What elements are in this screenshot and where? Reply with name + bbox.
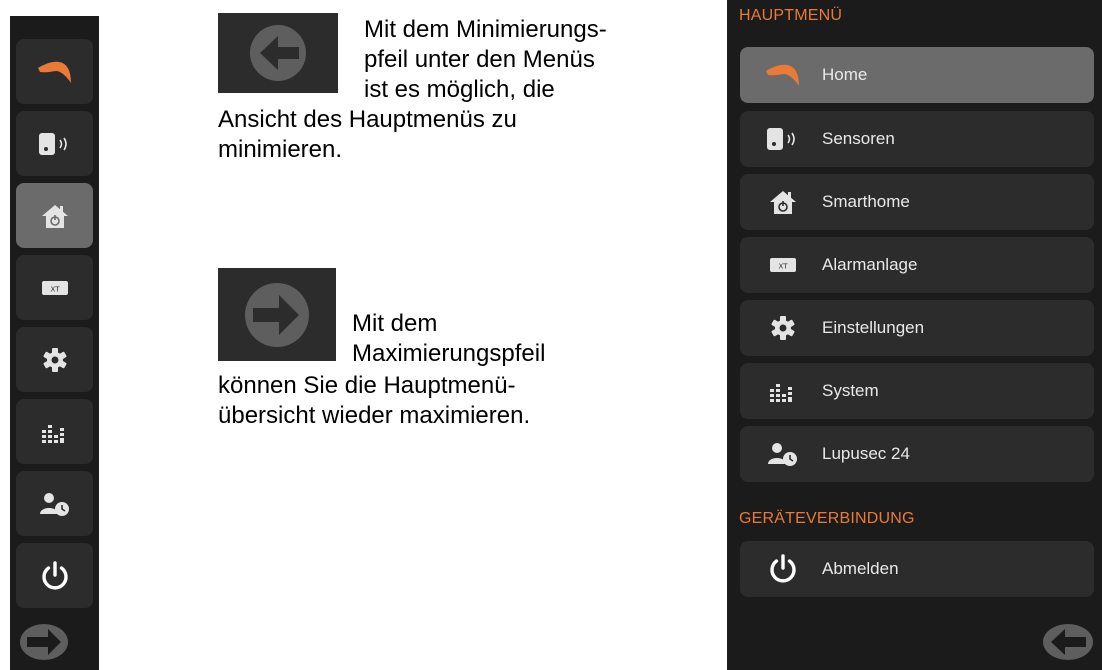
menu-item-label: Lupusec 24 [822,444,910,463]
menu-item-lupusec24[interactable]: Lupusec 24 [740,426,1094,482]
menu-item-label: System [822,381,879,400]
maximize-text-line-2: Maximierungspfeil [352,340,546,367]
maximize-text-line-1: Mit dem [352,310,438,337]
arrow-left-icon [1041,622,1095,662]
collapse-menu-button[interactable] [1039,620,1097,664]
home-icon [36,59,74,85]
mini-nav-sensoren[interactable] [16,111,93,176]
power-icon [39,560,71,592]
sensor-icon [758,111,808,167]
svg-text:XT: XT [50,285,60,293]
expand-menu-button[interactable] [16,620,72,664]
mini-nav-einstellungen[interactable] [16,327,93,392]
mini-nav-lupusec24[interactable] [16,471,93,536]
menu-item-abmelden[interactable]: Abmelden [740,541,1094,597]
section-title-hauptmenu: HAUPTMENÜ [739,7,843,24]
system-bars-icon [758,363,808,419]
lupusec-user-icon [39,491,71,517]
mini-nav-alarmanlage[interactable]: XT [16,255,93,320]
menu-item-label: Sensoren [822,129,895,148]
collapse-arrow-preview [218,13,338,93]
maximize-text-line-4: übersicht wieder maximieren. [218,402,531,429]
home-icon [758,47,808,103]
alarm-panel-icon: XT [758,237,808,293]
menu-item-home[interactable]: Home [740,47,1094,103]
gear-icon [758,300,808,356]
collapsed-sidebar-panel: XT [10,16,99,670]
menu-item-system[interactable]: System [740,363,1094,419]
alarm-panel-icon: XT [41,279,69,297]
menu-item-einstellungen[interactable]: Einstellungen [740,300,1094,356]
maximize-text-line-3: können Sie die Hauptmenü- [218,372,516,399]
mini-nav-system[interactable] [16,399,93,464]
arrow-right-icon [242,280,312,350]
smarthome-icon [40,203,70,229]
svg-text:XT: XT [779,263,789,271]
lupusec-user-icon [758,426,808,482]
menu-item-label: Alarmanlage [822,255,918,274]
gear-icon [42,347,68,373]
expand-arrow-preview [218,268,336,361]
smarthome-icon [758,174,808,230]
mini-nav-home[interactable] [16,39,93,104]
collapsed-sidebar: XT [0,0,100,670]
arrow-left-icon [247,22,309,84]
mini-nav-smarthome[interactable] [16,183,93,248]
minimize-text-line-3: ist es möglich, die [364,76,555,103]
minimize-text-line-2: pfeil unter den Menüs [364,46,595,73]
menu-item-label: Abmelden [822,559,899,578]
arrow-right-icon [18,622,70,662]
menu-item-smarthome[interactable]: Smarthome [740,174,1094,230]
power-icon [758,541,808,597]
sensor-icon [37,131,73,157]
menu-item-alarmanlage[interactable]: XT Alarmanlage [740,237,1094,293]
main-menu-panel: HAUPTMENÜ Home Sensoren Smarthome XT Ala… [727,0,1102,670]
menu-item-label: Smarthome [822,192,910,211]
section-title-geraeteverbindung: GERÄTEVERBINDUNG [739,510,915,527]
minimize-text-line-5: minimieren. [218,136,343,163]
menu-item-sensoren[interactable]: Sensoren [740,111,1094,167]
minimize-text-line-1: Mit dem Minimierungs- [364,16,607,43]
system-bars-icon [41,420,69,444]
menu-item-label: Einstellungen [822,318,925,337]
mini-nav-abmelden[interactable] [16,543,93,608]
minimize-text-line-4: Ansicht des Hauptmenüs zu [218,106,517,133]
menu-item-label: Home [822,65,868,84]
